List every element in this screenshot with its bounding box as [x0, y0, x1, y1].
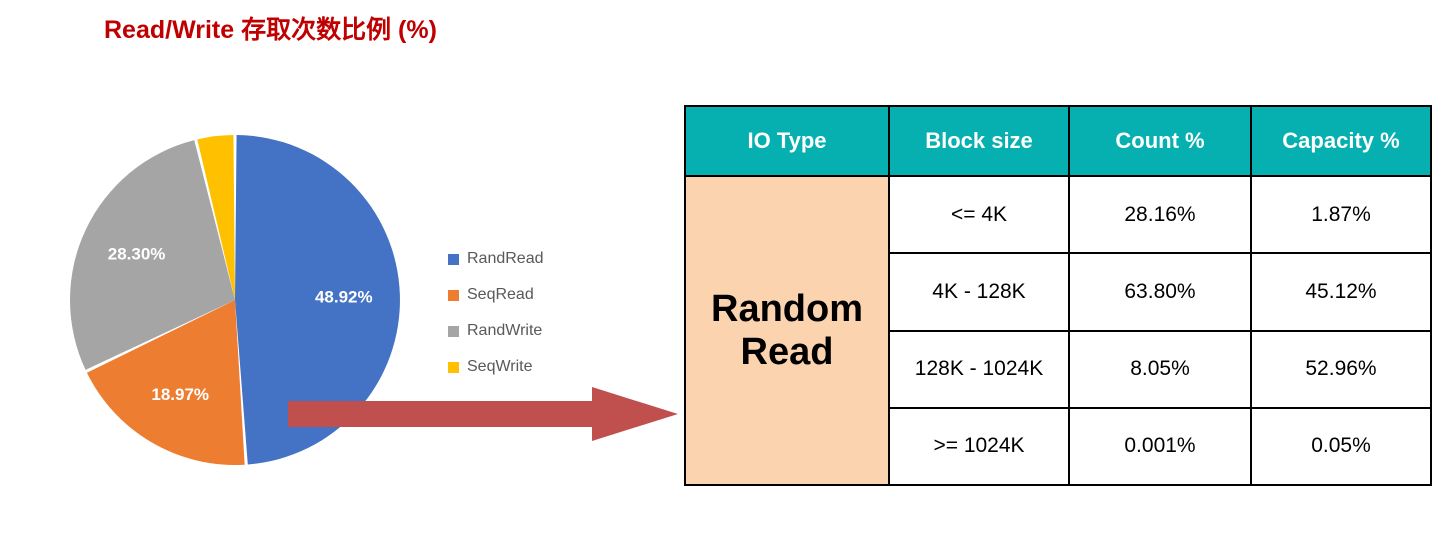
cell-capacity-pct: 45.12%: [1250, 252, 1432, 332]
io-type-line-2: Read: [740, 330, 834, 373]
legend-label-randwrite: RandWrite: [467, 322, 543, 339]
cell-block-size: 128K - 1024K: [888, 329, 1070, 409]
column-header-capacity-pct: Capacity %: [1250, 105, 1432, 177]
pie-label-seqread: 18.97%: [151, 385, 209, 404]
column-header-count-pct: Count %: [1068, 105, 1252, 177]
table-body: Random Read <= 4K 28.16% 1.87% 4K - 128K…: [684, 174, 1432, 487]
cell-capacity-pct: 52.96%: [1250, 329, 1432, 409]
io-type-cell: Random Read: [684, 175, 890, 486]
right-arrow-svg: [288, 387, 678, 441]
table-row: Random Read <= 4K 28.16% 1.87%: [684, 174, 1432, 486]
legend-swatch-randread: [448, 253, 459, 265]
legend-item-randwrite[interactable]: RandWrite: [448, 313, 598, 349]
cell-count-pct: 0.001%: [1068, 406, 1252, 487]
legend-item-seqwrite[interactable]: SeqWrite: [448, 349, 598, 385]
legend-label-randread: RandRead: [467, 250, 544, 267]
pie-label-randread: 48.92%: [315, 287, 373, 306]
legend-item-seqread[interactable]: SeqRead: [448, 277, 598, 313]
page-title: Read/Write 存取次数比例 (%): [104, 16, 437, 44]
cell-block-size: <= 4K: [888, 174, 1070, 255]
table-header-row: IO Type Block size Count % Capacity %: [684, 105, 1432, 177]
column-header-block-size: Block size: [888, 105, 1070, 177]
cell-capacity-pct: 0.05%: [1250, 406, 1432, 487]
legend-label-seqread: SeqRead: [467, 286, 534, 303]
slide-canvas: Read/Write 存取次数比例 (%) 48.92% 18.97% 28.30%…: [0, 0, 1453, 555]
io-distribution-table: IO Type Block size Count % Capacity % Ra…: [684, 105, 1432, 487]
cell-block-size: 4K - 128K: [888, 252, 1070, 332]
legend-item-randread[interactable]: RandRead: [448, 241, 598, 277]
io-type-line-1: Random: [711, 287, 863, 330]
cell-count-pct: 28.16%: [1068, 174, 1252, 255]
column-header-io-type: IO Type: [684, 105, 890, 177]
arrow-shape: [288, 387, 678, 441]
legend-swatch-randwrite: [448, 325, 459, 337]
right-arrow-icon: [288, 385, 678, 443]
legend-swatch-seqwrite: [448, 361, 459, 373]
legend-swatch-seqread: [448, 289, 459, 301]
legend-label-seqwrite: SeqWrite: [467, 358, 533, 375]
cell-capacity-pct: 1.87%: [1250, 174, 1432, 255]
table-header: IO Type Block size Count % Capacity %: [684, 105, 1432, 177]
cell-block-size: >= 1024K: [888, 406, 1070, 487]
chart-legend: RandRead SeqRead RandWrite SeqWrite: [448, 241, 598, 385]
cell-count-pct: 63.80%: [1068, 252, 1252, 332]
pie-label-randwrite: 28.30%: [108, 244, 166, 263]
cell-count-pct: 8.05%: [1068, 329, 1252, 409]
